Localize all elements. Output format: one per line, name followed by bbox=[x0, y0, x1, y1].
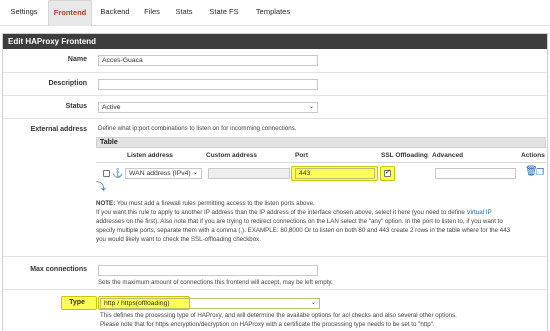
status-value: Active bbox=[102, 104, 121, 111]
col-advanced: Advanced bbox=[432, 152, 464, 159]
type-label: Type bbox=[69, 299, 85, 306]
max-connections-label: Max connections bbox=[30, 266, 87, 273]
name-label: Name bbox=[67, 56, 87, 63]
max-connections-row: Max connections Sets the maximum amount … bbox=[3, 256, 547, 289]
type-help-1: This defines the processing type of HAPr… bbox=[100, 312, 457, 319]
description-label: Description bbox=[48, 80, 87, 87]
type-select[interactable]: http / https(offloading) ⌄ bbox=[100, 298, 320, 309]
external-address-intro: Define what ip:port combinations to list… bbox=[98, 125, 297, 132]
description-input[interactable] bbox=[98, 79, 318, 90]
firewall-note: NOTE: You must add a firewall rules perm… bbox=[96, 200, 315, 209]
status-select[interactable]: Active ⌄ bbox=[98, 102, 318, 113]
virtual-ip-link[interactable]: Virtual IP bbox=[467, 209, 492, 216]
max-connections-help: Sets the maximum amount of connections t… bbox=[98, 279, 333, 286]
table-title: Table bbox=[96, 137, 546, 148]
advanced-input[interactable] bbox=[435, 168, 516, 179]
col-actions: Actions bbox=[521, 152, 545, 159]
ssl-offloading-checkbox[interactable] bbox=[384, 168, 391, 177]
tab-templates[interactable]: Templates bbox=[252, 0, 294, 26]
col-listen-address: Listen address bbox=[127, 152, 173, 159]
note-bold: NOTE: bbox=[96, 200, 116, 207]
listen-address-value: WAN address (IPv4) bbox=[129, 170, 191, 177]
chevron-down-icon: ⌄ bbox=[308, 104, 314, 110]
note-line-2: If you want this rule to apply to anothe… bbox=[96, 209, 492, 218]
note-text-2: If you want this rule to apply to anothe… bbox=[96, 209, 467, 216]
tab-files[interactable]: Files bbox=[140, 0, 164, 26]
note-line-4: specify multiple ports, separate them wi… bbox=[96, 227, 511, 234]
name-row: Name Acces-Guaca bbox=[3, 49, 547, 72]
tab-frontend[interactable]: Frontend bbox=[48, 0, 92, 26]
type-help-2: Please note that for https encryption/de… bbox=[100, 321, 435, 328]
panel-title: Edit HAProxy Frontend bbox=[3, 34, 547, 49]
row-select-checkbox[interactable] bbox=[103, 170, 110, 177]
note-line-5: you would likely want to check the SSL-o… bbox=[96, 236, 261, 243]
note-text-1: You must add a firewall rules permitting… bbox=[115, 200, 315, 207]
table-divider bbox=[96, 162, 546, 163]
max-connections-input[interactable] bbox=[98, 265, 318, 276]
description-row: Description bbox=[3, 72, 547, 95]
custom-address-input[interactable] bbox=[208, 168, 290, 179]
external-address-label: External address bbox=[30, 126, 87, 133]
chevron-down-icon: ⌄ bbox=[192, 170, 198, 176]
col-port: Port bbox=[295, 152, 308, 159]
tab-state-fs[interactable]: State FS bbox=[206, 0, 242, 26]
col-ssl-offloading: SSL Offloading bbox=[381, 152, 428, 159]
col-custom-address: Custom address bbox=[206, 152, 257, 159]
tab-stats[interactable]: Stats bbox=[172, 0, 196, 26]
type-value: http / https(offloading) bbox=[104, 300, 170, 307]
copy-icon[interactable]: ❐ bbox=[536, 167, 544, 177]
port-input[interactable]: 443 bbox=[295, 168, 375, 179]
tab-bar: Settings Frontend Backend Files Stats St… bbox=[0, 0, 550, 26]
name-input[interactable]: Acces-Guaca bbox=[98, 55, 318, 66]
status-label: Status bbox=[65, 103, 87, 110]
status-row: Status Active ⌄ bbox=[3, 95, 547, 118]
tab-backend[interactable]: Backend bbox=[96, 0, 134, 26]
tab-settings[interactable]: Settings bbox=[4, 0, 44, 26]
anchor-icon[interactable]: ⚓ bbox=[112, 168, 123, 178]
add-row-icon[interactable]: ⤵ bbox=[96, 183, 106, 193]
note-line-3: addresses on the first). Also note that … bbox=[96, 218, 503, 225]
chevron-down-icon: ⌄ bbox=[310, 300, 316, 306]
listen-address-select[interactable]: WAN address (IPv4) ⌄ bbox=[125, 168, 202, 179]
type-row: Type http / https(offloading) ⌄ This def… bbox=[3, 289, 547, 331]
